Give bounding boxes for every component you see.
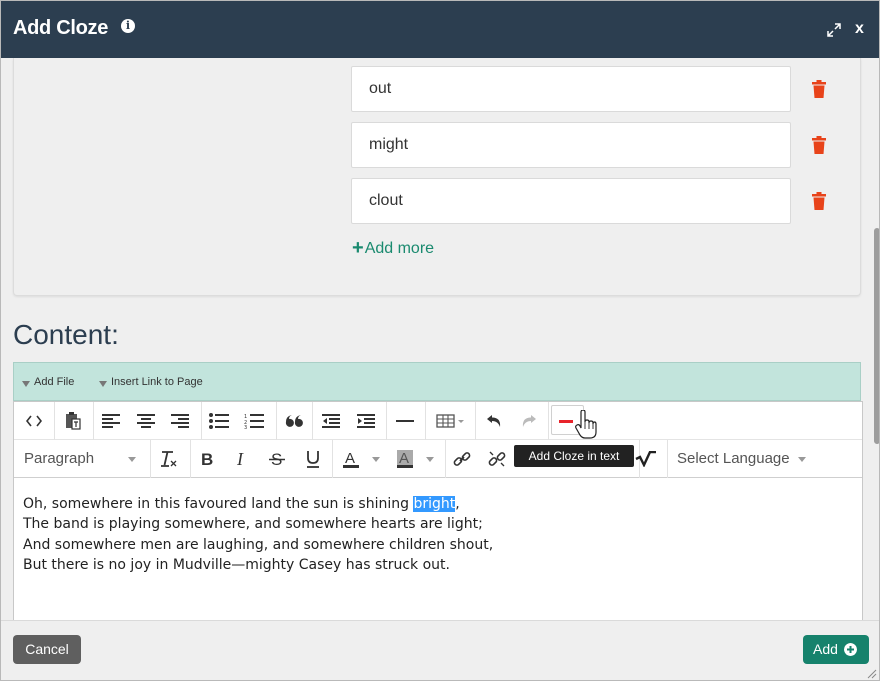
add-button[interactable]: Add <box>803 635 869 664</box>
plus-circle-icon <box>844 643 857 656</box>
option-value: clout <box>369 192 403 209</box>
caret-down-icon <box>99 381 107 387</box>
chevron-down-icon <box>798 457 806 462</box>
helper-toolbar: Add File Insert Link to Page <box>13 362 861 401</box>
add-file-label: Add File <box>34 376 75 388</box>
add-button-label: Add <box>813 641 838 657</box>
strikethrough-icon[interactable]: S <box>262 446 292 472</box>
outdent-icon[interactable] <box>316 408 346 434</box>
hand-cursor-icon <box>575 410 597 439</box>
add-more-label: Add more <box>364 240 435 257</box>
cancel-button[interactable]: Cancel <box>13 635 81 664</box>
svg-text:3: 3 <box>244 425 247 429</box>
trash-icon[interactable] <box>811 192 827 210</box>
link-icon[interactable] <box>447 446 477 472</box>
align-right-icon[interactable] <box>165 408 195 434</box>
trash-icon[interactable] <box>811 136 827 154</box>
editor-toolbar-row-2: Paragraph B I S A A Select Language <box>14 440 862 478</box>
text-segment: Oh, somewhere in this favoured land the … <box>23 496 414 512</box>
dialog-title: Add Cloze <box>13 17 109 39</box>
italic-icon[interactable]: I <box>227 446 257 472</box>
svg-text:A: A <box>345 450 355 467</box>
align-left-icon[interactable] <box>96 408 126 434</box>
dialog-footer: Cancel Add <box>1 620 879 680</box>
svg-text:B: B <box>201 451 213 467</box>
option-value: might <box>369 136 409 153</box>
rich-text-editor: 123 Paragraph B I S A A Select Language … <box>13 401 863 623</box>
caret-down-icon <box>22 381 30 387</box>
content-heading: Content: <box>13 319 119 350</box>
expand-icon[interactable] <box>826 22 842 38</box>
horizontal-rule-icon[interactable] <box>390 408 420 434</box>
cloze-tooltip: Add Cloze in text <box>514 445 634 467</box>
dialog-header: Add Cloze i x <box>1 1 879 58</box>
selected-word: bright <box>413 496 456 512</box>
trash-icon[interactable] <box>811 80 827 98</box>
option-field[interactable]: out <box>351 66 791 112</box>
indent-icon[interactable] <box>351 408 381 434</box>
poem-line: And somewhere men are laughing, and some… <box>23 536 494 553</box>
add-file-button[interactable]: Add File <box>22 376 74 388</box>
cloze-bar <box>559 420 573 423</box>
bold-icon[interactable]: B <box>192 446 222 472</box>
clear-format-icon[interactable] <box>154 446 184 472</box>
align-center-icon[interactable] <box>131 408 161 434</box>
info-icon[interactable]: i <box>121 19 135 33</box>
redo-icon[interactable] <box>514 408 544 434</box>
insert-link-label: Insert Link to Page <box>111 376 203 388</box>
blockquote-icon[interactable] <box>279 408 309 434</box>
chevron-down-icon <box>128 457 136 462</box>
underline-icon[interactable] <box>298 446 328 472</box>
cloze-options-panel: out might clout +Add more <box>13 58 861 296</box>
paragraph-format-select[interactable]: Paragraph <box>24 450 94 467</box>
close-button[interactable]: x <box>855 20 864 38</box>
editor-toolbar-row-1: 123 <box>14 402 862 440</box>
chevron-down-icon <box>426 457 434 462</box>
plus-icon: + <box>352 237 364 259</box>
table-icon[interactable] <box>431 408 469 434</box>
editor-content[interactable]: Oh, somewhere in this favoured land the … <box>23 494 493 575</box>
paste-text-icon[interactable] <box>58 408 88 434</box>
resize-grip-icon[interactable] <box>865 667 877 679</box>
text-color-icon[interactable]: A <box>336 446 366 472</box>
language-select[interactable]: Select Language <box>677 450 790 467</box>
background-color-icon[interactable]: A <box>390 446 420 472</box>
undo-icon[interactable] <box>479 408 509 434</box>
source-code-icon[interactable] <box>19 408 49 434</box>
unlink-icon[interactable] <box>482 446 512 472</box>
svg-text:A: A <box>399 450 409 467</box>
numbered-list-icon[interactable]: 123 <box>239 408 269 434</box>
scrollbar-thumb[interactable] <box>874 228 879 444</box>
poem-line: The band is playing somewhere, and somew… <box>23 516 483 533</box>
poem-line: But there is no joy in Mudville—mighty C… <box>23 556 450 573</box>
poem-line: Oh, somewhere in this favoured land the … <box>23 494 493 514</box>
insert-link-button[interactable]: Insert Link to Page <box>99 376 203 388</box>
svg-text:I: I <box>236 451 244 467</box>
option-field[interactable]: might <box>351 122 791 168</box>
chevron-down-icon <box>372 457 380 462</box>
text-segment: , <box>455 496 460 512</box>
add-cloze-dialog: Add Cloze i x out might clout +Add more … <box>0 0 880 681</box>
option-field[interactable]: clout <box>351 178 791 224</box>
bulleted-list-icon[interactable] <box>204 408 234 434</box>
math-icon[interactable] <box>631 446 661 472</box>
add-more-link[interactable]: +Add more <box>352 236 434 259</box>
scrollbar[interactable] <box>872 58 879 620</box>
option-value: out <box>369 80 392 97</box>
